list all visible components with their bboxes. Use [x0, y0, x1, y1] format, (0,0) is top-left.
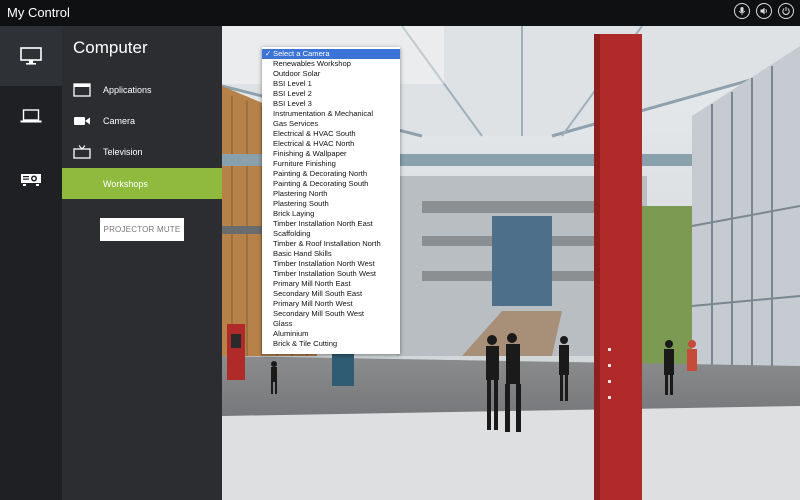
video-camera-icon: [73, 114, 91, 128]
camera-option-label: Timber Installation South West: [273, 269, 376, 278]
camera-option-label: Timber Installation North West: [273, 259, 375, 268]
top-bar: My Control: [0, 0, 800, 26]
top-controls: [734, 3, 794, 19]
camera-option-label: Plastering South: [273, 199, 329, 208]
camera-option-label: Painting & Decorating North: [273, 169, 368, 178]
camera-option[interactable]: Timber Installation South West: [262, 269, 400, 279]
camera-option-label: Renewables Workshop: [273, 59, 351, 68]
camera-option[interactable]: BSI Level 2: [262, 89, 400, 99]
camera-option-placeholder[interactable]: ✓ Select a Camera: [262, 49, 400, 59]
menu-item-label: Workshops: [103, 178, 148, 189]
camera-option[interactable]: Painting & Decorating North: [262, 169, 400, 179]
device-projector[interactable]: [0, 148, 62, 208]
camera-option-label: Primary Mill North West: [273, 299, 353, 308]
camera-option[interactable]: Brick Laying: [262, 209, 400, 219]
camera-option-label: Secondary Mill South East: [273, 289, 363, 298]
camera-option-label: Furniture Finishing: [273, 159, 336, 168]
power-icon[interactable]: [778, 3, 794, 19]
camera-option[interactable]: Timber Installation North East: [262, 219, 400, 229]
camera-option[interactable]: Finishing & Wallpaper: [262, 149, 400, 159]
camera-option[interactable]: Timber & Roof Installation North: [262, 239, 400, 249]
camera-option[interactable]: Electrical & HVAC North: [262, 139, 400, 149]
speaker-icon[interactable]: [756, 3, 772, 19]
device-computer[interactable]: [0, 26, 62, 86]
camera-option-label: BSI Level 3: [273, 99, 312, 108]
camera-option-label: Glass: [273, 319, 293, 328]
panel-title: Computer: [73, 38, 148, 57]
camera-option[interactable]: Plastering South: [262, 199, 400, 209]
camera-option[interactable]: Renewables Workshop: [262, 59, 400, 69]
camera-option[interactable]: Instrumentation & Mechanical: [262, 109, 400, 119]
menu-item-television[interactable]: Television: [62, 136, 222, 167]
menu-item-label: Applications: [103, 84, 152, 95]
computer-icon: [20, 47, 42, 65]
camera-option[interactable]: Secondary Mill South East: [262, 289, 400, 299]
camera-option[interactable]: BSI Level 1: [262, 79, 400, 89]
microphone-icon[interactable]: [734, 3, 750, 19]
camera-option[interactable]: Secondary Mill South West: [262, 309, 400, 319]
camera-option[interactable]: Timber Installation North West: [262, 259, 400, 269]
camera-option-label: Brick Laying: [273, 209, 315, 218]
device-laptop[interactable]: [0, 86, 62, 146]
camera-option-label: Gas Services: [273, 119, 319, 128]
television-icon: [73, 144, 91, 159]
menu-item-label: Television: [103, 146, 143, 157]
camera-option[interactable]: Glass: [262, 319, 400, 329]
camera-option[interactable]: Gas Services: [262, 119, 400, 129]
checkmark-icon: ✓: [265, 49, 272, 58]
camera-select-list[interactable]: ✓ Select a Camera Renewables Workshop Outdo…: [262, 47, 400, 354]
device-rail: [0, 26, 62, 500]
camera-option-label: Timber Installation North East: [273, 219, 373, 228]
camera-option-label: Primary Mill North East: [273, 279, 351, 288]
camera-option[interactable]: Painting & Decorating South: [262, 179, 400, 189]
menu-item-camera[interactable]: Camera: [62, 105, 222, 136]
camera-option[interactable]: Basic Hand Skills: [262, 249, 400, 259]
camera-option-label: Painting & Decorating South: [273, 179, 369, 188]
camera-option[interactable]: Electrical & HVAC South: [262, 129, 400, 139]
camera-option[interactable]: Plastering North: [262, 189, 400, 199]
camera-option-label: BSI Level 1: [273, 79, 312, 88]
camera-option-label: Finishing & Wallpaper: [273, 149, 347, 158]
camera-option-label: Outdoor Solar: [273, 69, 321, 78]
menu-panel: Computer Applications Camera Television …: [62, 26, 222, 500]
camera-option[interactable]: BSI Level 3: [262, 99, 400, 109]
camera-option-label: Secondary Mill South West: [273, 309, 365, 318]
camera-option[interactable]: Primary Mill North East: [262, 279, 400, 289]
camera-option-label: Electrical & HVAC North: [273, 139, 355, 148]
camera-option[interactable]: Furniture Finishing: [262, 159, 400, 169]
menu-item-workshops[interactable]: Workshops: [62, 168, 222, 199]
camera-option-label: Select a Camera: [273, 49, 330, 58]
camera-option-label: Electrical & HVAC South: [273, 129, 356, 138]
projector-mute-button[interactable]: PROJECTOR MUTE: [100, 218, 184, 241]
camera-option-label: Aluminium: [273, 329, 309, 338]
camera-option-label: Brick & Tile Cutting: [273, 339, 338, 348]
camera-option-label: Scaffolding: [273, 229, 311, 238]
app-title: My Control: [7, 5, 70, 20]
camera-option-label: Timber & Roof Installation North: [273, 239, 381, 248]
camera-option[interactable]: Brick & Tile Cutting: [262, 339, 400, 349]
projector-icon: [21, 174, 41, 186]
camera-option-label: BSI Level 2: [273, 89, 312, 98]
camera-option-label: Instrumentation & Mechanical: [273, 109, 374, 118]
camera-option[interactable]: Aluminium: [262, 329, 400, 339]
camera-option[interactable]: Primary Mill North West: [262, 299, 400, 309]
menu-item-applications[interactable]: Applications: [62, 74, 222, 105]
camera-option[interactable]: Scaffolding: [262, 229, 400, 239]
menu-item-label: Camera: [103, 115, 136, 126]
laptop-icon: [20, 109, 42, 123]
camera-option[interactable]: Outdoor Solar: [262, 69, 400, 79]
window-icon: [73, 82, 91, 97]
camera-option-label: Basic Hand Skills: [273, 249, 332, 258]
camera-option-label: Plastering North: [273, 189, 328, 198]
